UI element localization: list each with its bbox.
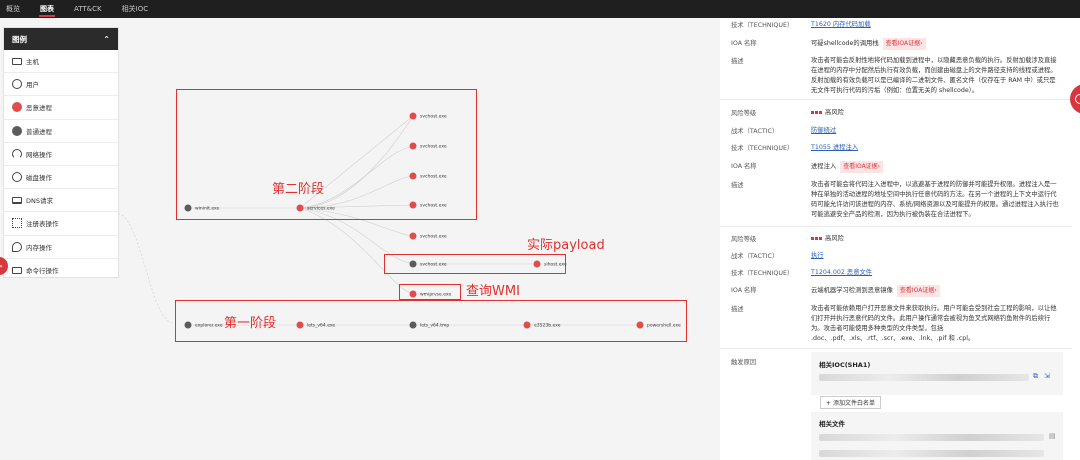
redacted-file	[819, 434, 1044, 441]
legend-item-malicious-process: 恶意进程	[4, 96, 118, 120]
tab-attck[interactable]: ATT&CK	[74, 0, 102, 18]
view-ioa-evidence-button[interactable]: 查看IOA证据›	[882, 38, 926, 50]
field-label: 战术（TACTIC）	[731, 253, 779, 260]
legend-item-label: 网络操作	[26, 150, 52, 159]
top-tab-bar: 概览 图表 ATT&CK 相关IOC	[0, 0, 1080, 18]
legend-item-label: 恶意进程	[26, 104, 52, 113]
legend-item-label: 主机	[26, 58, 39, 67]
field-label: 技术（TECHNIQUE）	[731, 22, 794, 29]
legend-item-registry: 注册表操作	[4, 212, 118, 236]
description-text: 攻击者可能会反射性地将代码加载到进程中，以隐藏恶意负载的执行。反射加载涉及直接在…	[811, 57, 1057, 94]
stage1-annotation: 第一阶段	[224, 316, 277, 331]
registry-icon	[12, 218, 22, 229]
floating-action-button[interactable]	[1070, 84, 1080, 114]
related-files-panel: 相关文件 ▤	[811, 412, 1063, 460]
normal-process-icon	[12, 125, 22, 136]
tab-overview[interactable]: 概览	[6, 0, 20, 18]
tactic-link[interactable]: 执行	[811, 252, 824, 259]
legend-item-network: 网络操作	[4, 143, 118, 166]
field-label: 描述	[731, 306, 744, 313]
wmi-highlight-box	[399, 284, 461, 300]
ioa-name: 可疑shellcode的调用栈	[811, 40, 879, 47]
legend-title: 图例	[12, 34, 27, 44]
disk-icon	[12, 172, 22, 183]
description-text: 攻击者可能依赖用户打开恶意文件来获取执行。用户可能会受到社会工程的影响，以让他们…	[811, 305, 1057, 342]
files-title: 相关文件	[819, 420, 845, 428]
description-text: 攻击者可能会将代码注入进程中，以逃避基于进程的防御并可能提升权限。进程注入是一种…	[811, 181, 1059, 218]
legend-panel: 图例 ⌃ 主机 用户 恶意进程 普通进程 网络操作 磁盘操作 DNS请求 注册表…	[3, 27, 119, 278]
file-icon[interactable]: ▤	[1049, 432, 1056, 440]
field-label: 战术（TACTIC）	[731, 128, 779, 135]
user-icon	[12, 79, 22, 90]
ioc-sha1-panel: 相关IOC(SHA1) ⧉ ⇲	[811, 352, 1063, 395]
command-icon	[12, 266, 22, 274]
legend-item-label: 用户	[26, 81, 39, 90]
stage2-annotation: 第二阶段	[272, 182, 325, 197]
technique-link[interactable]: T1055 进程注入	[811, 144, 858, 151]
field-label: 技术（TECHNIQUE）	[731, 145, 794, 152]
legend-item-label: 内存操作	[26, 243, 52, 252]
tab-related-ioc[interactable]: 相关IOC	[122, 0, 148, 18]
legend-item-label: 普通进程	[26, 127, 52, 136]
field-label: 风险等级	[731, 110, 757, 117]
network-icon	[12, 148, 22, 159]
legend-item-label: DNS请求	[26, 197, 53, 206]
field-label: IOA 名称	[731, 40, 757, 47]
legend-item-host: 主机	[4, 50, 118, 74]
legend-item-disk: 磁盘操作	[4, 166, 118, 190]
field-label: 风险等级	[731, 236, 757, 243]
tab-graph[interactable]: 图表	[39, 0, 55, 18]
legend-item-command: 命令行操作	[4, 259, 118, 282]
graph-node-svchost5[interactable]	[409, 232, 417, 240]
field-label: 技术（TECHNIQUE）	[731, 270, 794, 277]
divider	[720, 226, 1072, 227]
payload-highlight-box	[384, 254, 566, 274]
legend-item-dns: DNS请求	[4, 189, 118, 213]
field-label: 描述	[731, 58, 744, 65]
payload-annotation: 实际payload	[527, 238, 605, 253]
graph-node-label: svchost.exe	[420, 234, 447, 240]
legend-item-label: 命令行操作	[26, 267, 59, 276]
legend-header[interactable]: 图例 ⌃	[4, 28, 118, 50]
divider	[720, 348, 1072, 349]
risk-level: 高风险	[825, 235, 844, 242]
stage2-highlight-box	[176, 89, 477, 220]
ioc-title: 相关IOC(SHA1)	[819, 361, 871, 369]
ioa-name: 进程注入	[811, 163, 837, 170]
open-icon[interactable]: ⇲	[1044, 372, 1050, 380]
divider	[720, 99, 1072, 100]
technique-link[interactable]: T1204.002 恶意文件	[811, 269, 872, 276]
memory-icon	[12, 241, 22, 252]
wmi-annotation: 查询WMI	[466, 284, 520, 299]
malicious-process-icon	[12, 102, 22, 113]
host-icon	[12, 57, 22, 65]
field-label: IOA 名称	[731, 287, 757, 294]
risk-level: 高风险	[825, 109, 844, 116]
redacted-hash	[819, 374, 1029, 381]
legend-item-label: 注册表操作	[26, 220, 59, 229]
copy-icon[interactable]: ⧉	[1033, 372, 1038, 381]
dns-icon	[12, 196, 22, 204]
field-label: IOA 名称	[731, 163, 757, 170]
view-ioa-evidence-button[interactable]: 查看IOA证据›	[840, 161, 884, 173]
field-label: 触发原因	[731, 359, 757, 366]
double-chevron-icon: »	[0, 263, 3, 270]
chevron-up-icon[interactable]: ⌃	[103, 35, 110, 44]
legend-item-normal-process: 普通进程	[4, 120, 118, 143]
legend-item-user: 用户	[4, 73, 118, 97]
redacted-file	[819, 450, 1044, 457]
field-label: 描述	[731, 182, 744, 189]
legend-item-label: 磁盘操作	[26, 174, 52, 183]
technique-link[interactable]: T1620 内存代码加载	[811, 21, 871, 28]
add-file-whitelist-button[interactable]: + 添加文件白名单	[820, 396, 881, 409]
tactic-link[interactable]: 防御绕过	[811, 127, 836, 134]
detail-panel: 技术（TECHNIQUE） T1620 内存代码加载 IOA 名称 可疑shel…	[720, 18, 1080, 460]
legend-item-memory: 内存操作	[4, 236, 118, 259]
ioa-name: 云端机器学习检测到恶意镜像	[811, 287, 893, 294]
view-ioa-evidence-button[interactable]: 查看IOA证据›	[896, 285, 940, 297]
